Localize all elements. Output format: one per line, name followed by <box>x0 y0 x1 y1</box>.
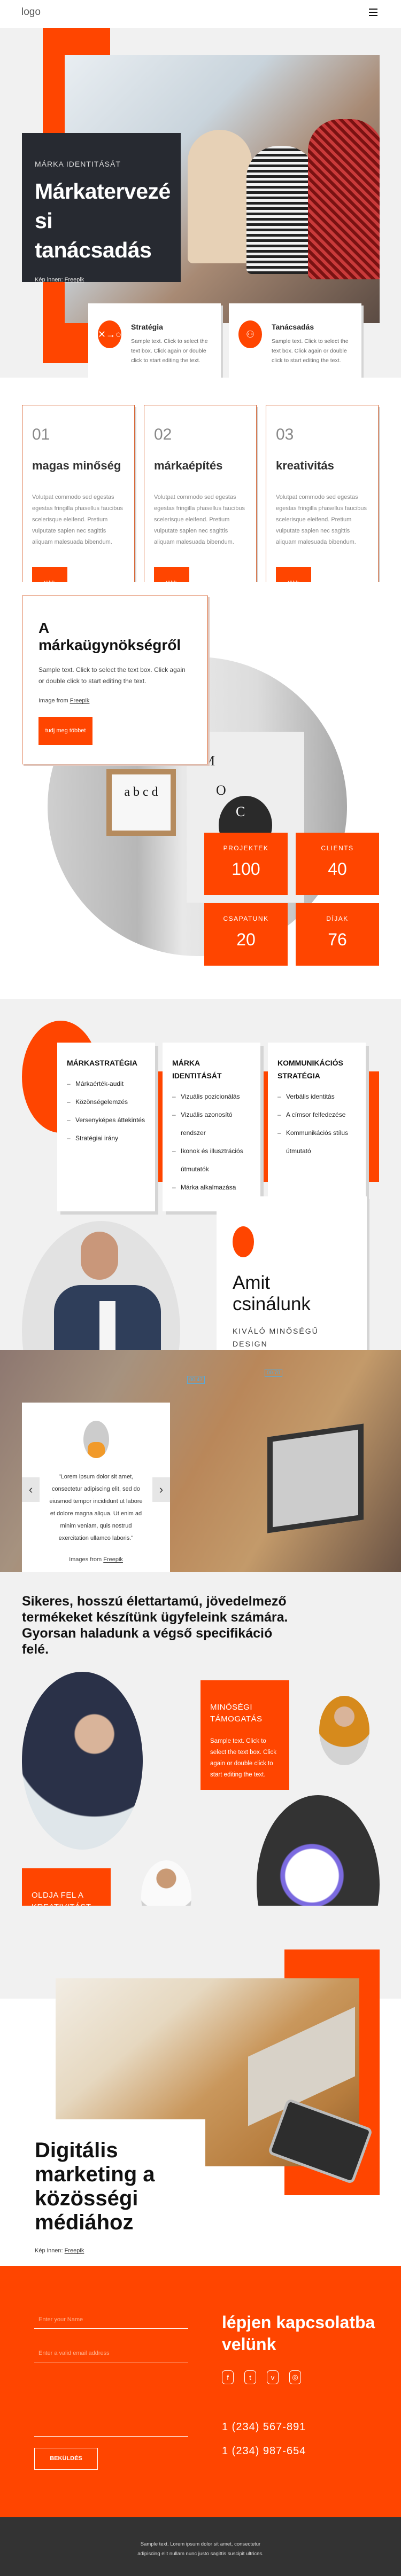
stat-tile: CSAPATUNK 20 <box>204 903 288 966</box>
feature-number: 01 <box>32 426 50 443</box>
service-list-item: Kommunikációs stílus útmutató <box>277 1124 356 1160</box>
box-title: MINŐSÉGI TÁMOGATÁS <box>210 1703 263 1724</box>
service-list-card: KOMMUNIKÁCIÓS STRATÉGIA Verbális identit… <box>268 1043 366 1211</box>
digital-title: Digitális marketing a közösségi médiához <box>35 2139 155 2234</box>
site-header: logo <box>0 0 401 28</box>
what-we-do-subtitle: KIVÁLÓ MINŐSÉGŰ DESIGN <box>233 1327 319 1348</box>
laptop-photo <box>267 1423 364 1533</box>
strategy-icon: ✕→○ <box>98 320 121 348</box>
testimonial-card: "Lorem ipsum dolor sit amet, consectetur… <box>22 1403 170 1572</box>
phone-number[interactable]: 1 (234) 987-654 <box>222 2445 306 2457</box>
about-title: A márkaügynökségről <box>38 620 181 653</box>
service-list-item: Stratégiai irány <box>67 1129 145 1147</box>
service-card-strategy: ✕→○ Stratégia Sample text. Click to sele… <box>88 303 221 390</box>
about-box: A márkaügynökségről Sample text. Click t… <box>22 596 208 764</box>
testimonial-quote: "Lorem ipsum dolor sit amet, consectetur… <box>49 1474 143 1541</box>
contact-section: Enter your Name Enter a valid email addr… <box>0 2266 401 2517</box>
about-text: Sample text. Click to select the text bo… <box>38 666 186 685</box>
service-text: Sample text. Click to select the text bo… <box>131 338 208 364</box>
service-list-title: MÁRKA IDENTITÁSÁT <box>172 1059 222 1080</box>
stat-tile: PROJEKTEK 100 <box>204 833 288 895</box>
hero-credit: Kép innen: Freepik <box>35 277 84 283</box>
quality-support-box: MINŐSÉGI TÁMOGATÁS Sample text. Click to… <box>200 1680 289 1790</box>
chart-label: 00.47 <box>187 1376 205 1384</box>
service-list-title: MÁRKASTRATÉGIA <box>67 1059 137 1067</box>
quality-heading: Sikeres, hosszú élettartamú, jövedelmező… <box>22 1594 288 1657</box>
service-list-title: KOMMUNIKÁCIÓS STRATÉGIA <box>277 1059 343 1080</box>
footer-text: Sample text. Lorem ipsum dolor sit amet,… <box>137 2541 264 2557</box>
decor-dot <box>233 1226 254 1257</box>
service-title: Tanácsadás <box>272 323 314 331</box>
freepik-link[interactable]: Freepik <box>65 2248 84 2254</box>
businessman-photo <box>22 1672 143 1850</box>
stat-tile: DÍJAK 76 <box>296 903 379 966</box>
submit-button[interactable]: BEKÜLDÉS <box>34 2448 98 2470</box>
what-we-do-title: Amit csinálunk <box>233 1272 311 1314</box>
hero-title: Márkatervezé si tanácsadás <box>35 179 171 262</box>
quality-section: Sikeres, hosszú élettartamú, jövedelmező… <box>0 1572 401 1984</box>
instagram-icon[interactable]: ◎ <box>289 2370 301 2384</box>
digital-section: Digitális marketing a közösségi médiához… <box>0 1906 401 2269</box>
service-list-item: Versenyképes áttekintés <box>67 1111 145 1129</box>
feature-title: márkaépítés <box>154 459 223 472</box>
freepik-link[interactable]: Freepik <box>70 698 90 704</box>
contact-title: lépjen kapcsolatba velünk <box>222 2313 375 2354</box>
box-text: Sample text. Click to select the text bo… <box>210 1738 276 1778</box>
what-we-do-box: Amit csinálunk KIVÁLÓ MINŐSÉGŰ DESIGN <box>217 1196 367 1360</box>
about-section: a b c d M O C K U P A márkaügynökségről … <box>0 582 401 999</box>
logo[interactable]: logo <box>21 6 41 18</box>
freepik-link[interactable]: Freepik <box>103 1556 123 1563</box>
service-list-item: Márka alkalmazása <box>172 1178 251 1196</box>
site-footer: Sample text. Lorem ipsum dolor sit amet,… <box>0 2517 401 2576</box>
hero-section: MÁRKA IDENTITÁSÁT Márkatervezé si tanács… <box>0 28 401 390</box>
service-list-item: Márkaérték-audit <box>67 1075 145 1093</box>
social-links: f t v ◎ <box>222 2370 301 2384</box>
hero-kicker: MÁRKA IDENTITÁSÁT <box>35 160 121 168</box>
feature-number: 03 <box>276 426 294 443</box>
phone-number[interactable]: 1 (234) 567-891 <box>222 2421 306 2433</box>
chart-label: 00.70 <box>265 1369 283 1377</box>
about-credit: Image from Freepik <box>38 698 90 704</box>
service-list-item: Vizuális azonosító rendszer <box>172 1106 251 1142</box>
service-list-item: A címsor felfedezése <box>277 1106 356 1124</box>
stat-tile: CLIENTS 40 <box>296 833 379 895</box>
name-input[interactable]: Enter your Name <box>34 2316 188 2329</box>
woman-photo <box>319 1696 369 1765</box>
vimeo-icon[interactable]: v <box>267 2370 279 2384</box>
service-list-card: MÁRKA IDENTITÁSÁT Vizuális pozicionálás … <box>163 1043 260 1211</box>
testimonial-credit: Images from Freepik <box>69 1556 123 1563</box>
message-textarea[interactable] <box>34 2384 188 2437</box>
service-list-card: MÁRKASTRATÉGIA Márkaérték-audit Közönség… <box>57 1043 155 1211</box>
service-text: Sample text. Click to select the text bo… <box>272 338 349 364</box>
hamburger-menu-icon[interactable] <box>369 9 377 16</box>
service-list-item: Vizuális pozicionálás <box>172 1087 251 1106</box>
features-section: 01 magas minőség Volutpat commodo sed eg… <box>0 378 401 618</box>
email-input[interactable]: Enter a valid email address <box>34 2350 188 2362</box>
carousel-next-button[interactable]: › <box>152 1477 170 1502</box>
testimonial-section: 00.47 00.70 "Lorem ipsum dolor sit amet,… <box>0 1350 401 1572</box>
feature-text: Volutpat commodo sed egestas egestas fri… <box>32 494 123 545</box>
feature-number: 02 <box>154 426 172 443</box>
consulting-icon: ⚇ <box>238 320 262 348</box>
feature-text: Volutpat commodo sed egestas egestas fri… <box>276 494 367 545</box>
service-list-item: Verbális identitás <box>277 1087 356 1106</box>
service-title: Stratégia <box>131 323 163 331</box>
service-list-item: Ikonok és illusztrációs útmutatók <box>172 1142 251 1178</box>
facebook-icon[interactable]: f <box>222 2370 234 2384</box>
service-card-consulting: ⚇ Tanácsadás Sample text. Click to selec… <box>229 303 361 390</box>
learn-more-button[interactable]: tudj meg többet <box>38 717 92 745</box>
feature-title: kreativitás <box>276 459 334 472</box>
feature-text: Volutpat commodo sed egestas egestas fri… <box>154 494 245 545</box>
digital-text-box: Digitális marketing a közösségi médiához… <box>22 2119 205 2269</box>
twitter-icon[interactable]: t <box>244 2370 256 2384</box>
feature-title: magas minőség <box>32 459 121 472</box>
hero-title-box: MÁRKA IDENTITÁSÁT Márkatervezé si tanács… <box>22 133 181 283</box>
freepik-link[interactable]: Freepik <box>65 277 84 283</box>
testimonial-avatar <box>83 1421 109 1458</box>
service-list-item: Közönségelemzés <box>67 1093 145 1111</box>
digital-credit: Kép innen: Freepik <box>35 2248 84 2254</box>
services-section: MÁRKASTRATÉGIA Márkaérték-audit Közönség… <box>0 999 401 1440</box>
carousel-prev-button[interactable]: ‹ <box>22 1477 40 1502</box>
